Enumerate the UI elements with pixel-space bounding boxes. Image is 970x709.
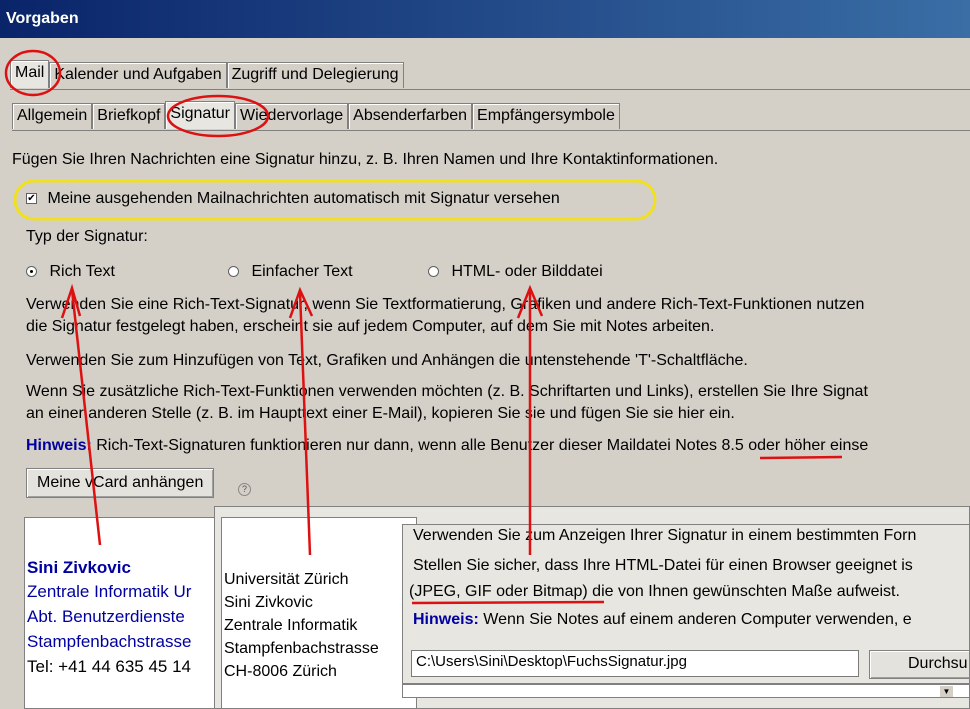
rich-text-editor[interactable]: Sini Zivkovic Zentrale Informatik Ur Abt… [24,517,224,709]
html-line-2: Stellen Sie sicher, dass Ihre HTML-Datei… [413,557,913,574]
radio-rich-text[interactable]: Rich Text [26,263,115,281]
hint-row: Hinweis: Rich-Text-Signaturen funktionie… [26,437,868,455]
intro-text: Fügen Sie Ihren Nachrichten eine Signatu… [12,151,719,168]
radio-html-file-label: HTML- oder Bilddatei [451,263,603,280]
plain-text-editor[interactable]: Universität Zürich Sini Zivkovic Zentral… [221,517,417,708]
html-line-3: (JPEG, GIF oder Bitmap) die von Ihnen ge… [409,583,900,601]
radio-html-file[interactable]: HTML- oder Bilddatei [428,263,603,281]
browse-button[interactable]: Durchsu [869,650,969,679]
plain-sig-line-5: CH-8006 Zürich [224,663,337,680]
tab-wiedervorlage[interactable]: Wiedervorlage [235,103,349,129]
plain-sig-line-2: Sini Zivkovic [224,594,313,611]
desc-line-1: Verwenden Sie eine Rich-Text-Signatur, w… [26,296,865,313]
tab-absenderfarben[interactable]: Absenderfarben [348,103,473,129]
tab-allgemein[interactable]: Allgemein [12,103,93,129]
auto-sign-label: Meine ausgehenden Mailnachrichten automa… [47,190,560,207]
plain-sig-line-3: Zentrale Informatik [224,617,358,634]
tab-zugriff[interactable]: Zugriff und Delegierung [226,62,404,88]
sig-type-label: Typ der Signatur: [26,228,148,245]
rich-sig-name: Sini Zivkovic [27,558,131,577]
annotation-underline-notes [759,455,843,460]
plain-sig-line-4: Stampfenbachstrasse [224,640,379,657]
dropdown-arrow-icon[interactable]: ▼ [940,686,953,697]
help-icon[interactable]: ? [238,483,251,496]
html-hint-text: Wenn Sie Notes auf einem anderen Compute… [483,611,912,628]
hint-text-after: oder höher einse [748,437,869,454]
html-hint-label: Hinweis: [413,611,479,628]
hint-text: Rich-Text-Signaturen funktionieren nur d… [96,437,671,454]
desc-line-5: an einer anderen Stelle (z. B. im Hauptt… [26,405,735,422]
signature-file-path-input[interactable]: C:\Users\Sini\Desktop\FuchsSignatur.jpg [411,650,859,677]
rich-sig-line-5: Tel: +41 44 635 45 14 [27,657,191,676]
html-hint-row: Hinweis: Wenn Sie Notes auf einem andere… [413,611,912,629]
tab-signatur[interactable]: Signatur [165,101,235,129]
radio-plain-text-button[interactable] [228,266,239,278]
radio-plain-text-label: Einfacher Text [251,263,353,280]
desc-line-2: die Signatur festgelegt haben, erscheint… [26,318,715,335]
rich-sig-line-3: Abt. Benutzerdienste [27,607,185,626]
html-formats: (JPEG, GIF oder Bitmap) [409,583,588,600]
sub-tab-divider [12,130,970,131]
radio-plain-text[interactable]: Einfacher Text [228,263,353,281]
sub-tab-row: Allgemein Briefkopf Signatur Wiedervorla… [12,101,620,129]
vcard-button[interactable]: Meine vCard anhängen [26,468,215,498]
hint-label: Hinweis: [26,437,92,454]
desc-line-3: Verwenden Sie zum Hinzufügen von Text, G… [26,352,748,369]
html-line-3-rest: die von Ihnen gewünschten Maße aufweist. [592,583,900,600]
rich-sig-line-2: Zentrale Informatik Ur [27,582,192,601]
auto-sign-row[interactable]: ✔ Meine ausgehenden Mailnachrichten auto… [26,190,560,208]
hint-version: Notes 8.5 [675,437,744,454]
html-line-1: Verwenden Sie zum Anzeigen Ihrer Signatu… [413,527,917,544]
radio-html-file-button[interactable] [428,266,439,278]
tab-mail[interactable]: Mail [10,60,50,88]
plain-sig-line-1: Universität Zürich [224,571,349,588]
auto-sign-checkbox[interactable]: ✔ [26,193,37,205]
radio-rich-text-label: Rich Text [49,263,115,280]
html-file-overlay: Verwenden Sie zum Anzeigen Ihrer Signatu… [402,524,970,684]
top-tab-divider [10,89,970,90]
tab-empfaengersymbole[interactable]: Empfängersymbole [472,103,620,129]
tab-briefkopf[interactable]: Briefkopf [92,103,166,129]
rich-sig-line-4: Stampfenbachstrasse [27,632,192,651]
tab-kalender[interactable]: Kalender und Aufgaben [49,62,227,88]
desc-line-4: Wenn Sie zusätzliche Rich-Text-Funktione… [26,383,868,400]
radio-rich-text-button[interactable] [26,266,37,278]
window-title: Vorgaben [0,0,970,38]
horizontal-scroll-area[interactable]: ▼ [402,684,970,698]
top-tab-row: Mail Kalender und Aufgaben Zugriff und D… [10,60,404,88]
